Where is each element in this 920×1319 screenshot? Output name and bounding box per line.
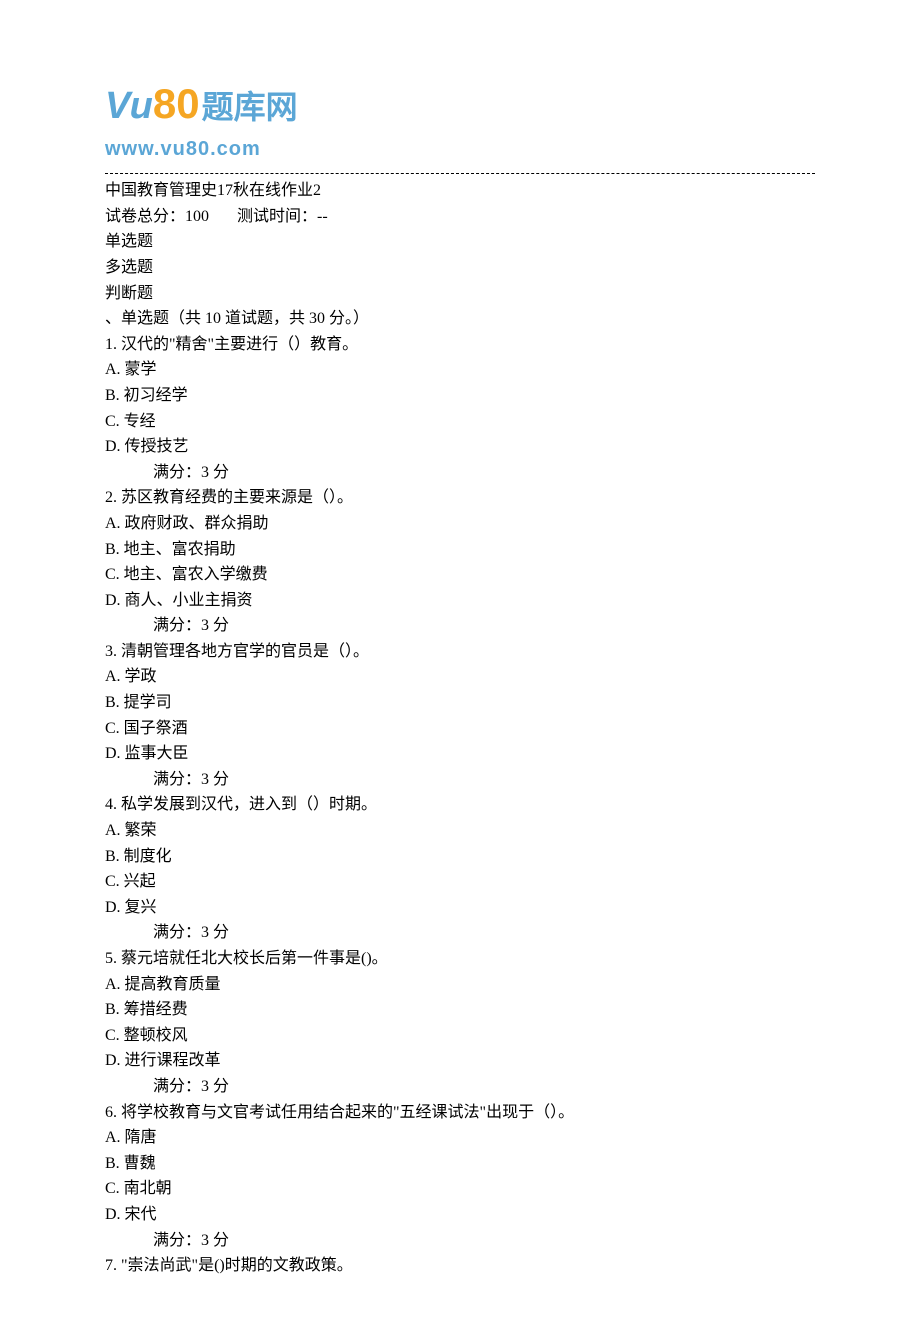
question-stem: 3. 清朝管理各地方官学的官员是（）。: [105, 639, 815, 665]
exam-meta: 试卷总分：100 测试时间：--: [105, 204, 815, 230]
question-option: D. 传授技艺: [105, 434, 815, 460]
type-single: 单选题: [105, 229, 815, 255]
question-option: B. 曹魏: [105, 1151, 815, 1177]
time-label: 测试时间：: [237, 208, 317, 225]
question-score: 满分：3 分: [105, 920, 815, 946]
section-header: 、单选题（共 10 道试题，共 30 分。）: [105, 306, 815, 332]
question-option: B. 地主、富农捐助: [105, 537, 815, 563]
question-option: C. 整顿校风: [105, 1023, 815, 1049]
question-option: B. 制度化: [105, 844, 815, 870]
logo: Vu80题库网 www.vu80.com: [105, 70, 815, 165]
question-score: 满分：3 分: [105, 1228, 815, 1254]
logo-text: 题库网: [202, 82, 298, 133]
question-stem: 7. "崇法尚武"是()时期的文教政策。: [105, 1253, 815, 1279]
questions-container: 1. 汉代的"精舍"主要进行（）教育。A. 蒙学B. 初习经学C. 专经D. 传…: [105, 332, 815, 1279]
total-value: 100: [185, 208, 209, 225]
question-stem: 1. 汉代的"精舍"主要进行（）教育。: [105, 332, 815, 358]
question-score: 满分：3 分: [105, 460, 815, 486]
question-option: D. 复兴: [105, 895, 815, 921]
question-score: 满分：3 分: [105, 767, 815, 793]
question-option: C. 地主、富农入学缴费: [105, 562, 815, 588]
question-option: B. 筹措经费: [105, 997, 815, 1023]
exam-title: 中国教育管理史17秋在线作业2: [105, 178, 815, 204]
question-stem: 6. 将学校教育与文官考试任用结合起来的"五经课试法"出现于（）。: [105, 1100, 815, 1126]
type-judge: 判断题: [105, 281, 815, 307]
time-value: --: [317, 208, 328, 225]
question-option: A. 隋唐: [105, 1125, 815, 1151]
question-option: A. 提高教育质量: [105, 972, 815, 998]
total-label: 试卷总分：: [105, 208, 185, 225]
question-option: B. 提学司: [105, 690, 815, 716]
logo-vu: Vu: [105, 76, 153, 137]
question-option: C. 兴起: [105, 869, 815, 895]
question-option: D. 监事大臣: [105, 741, 815, 767]
logo-80: 80: [153, 70, 200, 137]
question-score: 满分：3 分: [105, 1074, 815, 1100]
logo-top: Vu80题库网: [105, 70, 815, 137]
question-option: C. 国子祭酒: [105, 716, 815, 742]
question-option: B. 初习经学: [105, 383, 815, 409]
question-option: D. 进行课程改革: [105, 1048, 815, 1074]
question-option: C. 南北朝: [105, 1176, 815, 1202]
question-stem: 4. 私学发展到汉代，进入到（）时期。: [105, 792, 815, 818]
question-option: D. 宋代: [105, 1202, 815, 1228]
logo-url: www.vu80.com: [105, 133, 815, 165]
question-option: A. 蒙学: [105, 357, 815, 383]
question-option: A. 政府财政、群众捐助: [105, 511, 815, 537]
type-multi: 多选题: [105, 255, 815, 281]
question-stem: 5. 蔡元培就任北大校长后第一件事是()。: [105, 946, 815, 972]
divider: [105, 173, 815, 174]
question-option: A. 繁荣: [105, 818, 815, 844]
question-score: 满分：3 分: [105, 613, 815, 639]
question-option: D. 商人、小业主捐资: [105, 588, 815, 614]
question-stem: 2. 苏区教育经费的主要来源是（）。: [105, 485, 815, 511]
question-option: C. 专经: [105, 409, 815, 435]
question-option: A. 学政: [105, 664, 815, 690]
